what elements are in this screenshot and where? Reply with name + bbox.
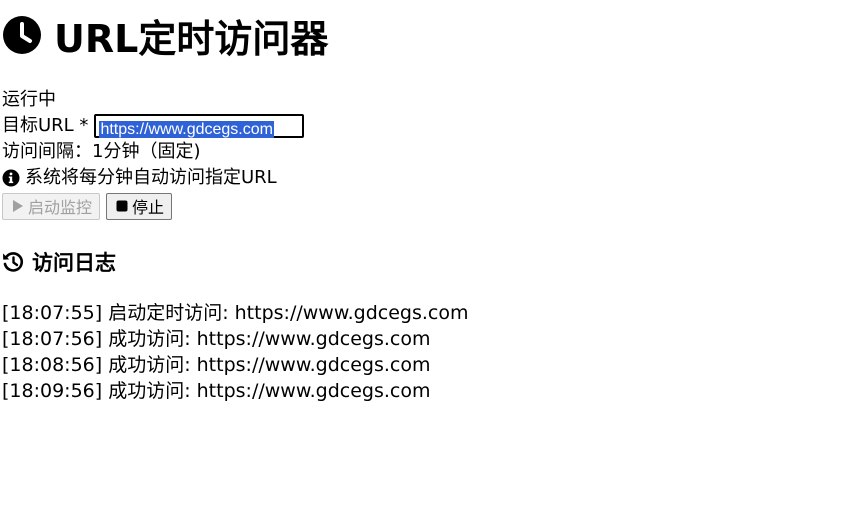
start-monitor-button[interactable]: 启动监控 <box>2 192 101 220</box>
log-heading: 访问日志 <box>32 251 116 275</box>
status-text: 运行中 <box>2 89 56 110</box>
start-monitor-label: 启动监控 <box>28 198 93 217</box>
log-list: [18:07:55] 启动定时访问: https://www.gdcegs.co… <box>2 300 861 404</box>
clock-icon <box>3 16 41 54</box>
log-entry: [18:08:56] 成功访问: https://www.gdcegs.com <box>2 354 431 376</box>
title-row: URL定时访问器 <box>2 2 861 68</box>
control-buttons: 启动监控 停止 <box>2 192 861 220</box>
stop-icon <box>116 200 128 212</box>
stop-button[interactable]: 停止 <box>106 192 173 220</box>
info-text: 系统将每分钟自动访问指定URL <box>25 167 277 188</box>
page: URL定时访问器 运行中 目标URL * https://www.gdcegs.… <box>0 2 861 531</box>
info-row: 系统将每分钟自动访问指定URL <box>2 165 861 191</box>
target-url-input[interactable]: https://www.gdcegs.com <box>94 114 305 138</box>
interval-text: 访问间隔：1分钟（固定) <box>2 141 201 162</box>
log-entry: [18:07:55] 启动定时访问: https://www.gdcegs.co… <box>2 302 469 324</box>
history-icon <box>3 252 24 272</box>
page-title: URL定时访问器 <box>54 16 329 61</box>
stop-label: 停止 <box>132 198 165 217</box>
play-icon <box>13 200 23 212</box>
log-heading-row: 访问日志 <box>2 248 861 276</box>
log-entry: [18:09:56] 成功访问: https://www.gdcegs.com <box>2 380 431 402</box>
target-url-label: 目标URL * <box>2 115 89 136</box>
target-url-value: https://www.gdcegs.com <box>99 121 274 138</box>
info-circle-icon <box>2 169 20 187</box>
target-url-row: 目标URL * https://www.gdcegs.com <box>2 113 861 139</box>
log-entry: [18:07:56] 成功访问: https://www.gdcegs.com <box>2 328 431 350</box>
